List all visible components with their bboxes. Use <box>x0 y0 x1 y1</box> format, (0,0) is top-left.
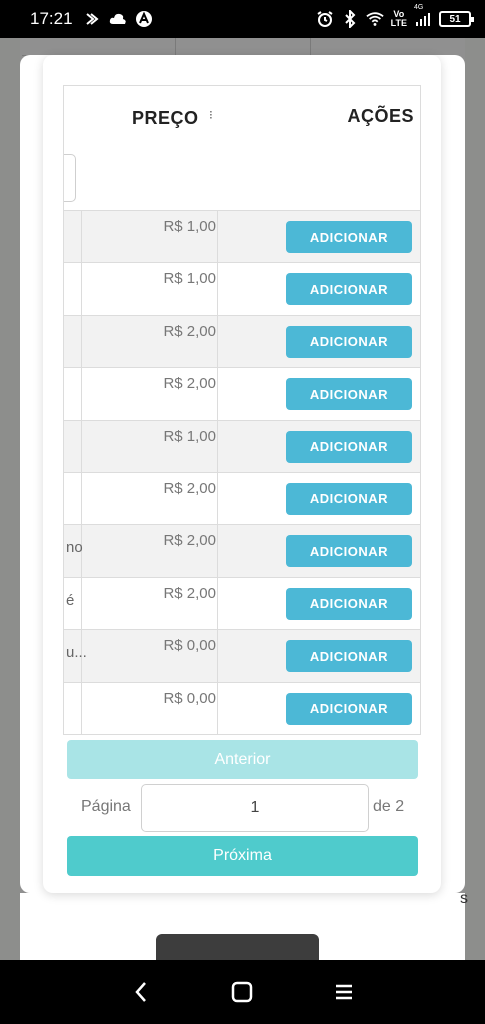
price-text: R$ 1,00 <box>163 427 216 445</box>
status-bar: 17:21 Vo LTE 4G 51 <box>0 0 485 38</box>
previous-page-button[interactable]: Anterior <box>67 740 418 779</box>
cell-price: R$ 2,00 <box>82 525 218 577</box>
product-name-text: no <box>66 539 83 557</box>
page-total-label: de 2 <box>373 798 405 815</box>
table-row: R$ 1,00 ADICIONAR <box>64 211 420 264</box>
price-text: R$ 2,00 <box>163 584 216 602</box>
column-header-price[interactable]: PREÇO <box>132 108 199 129</box>
cell-price: R$ 1,00 <box>82 420 218 472</box>
cell-name <box>64 315 82 368</box>
battery-level: 51 <box>449 13 461 25</box>
table-header: PREÇO ⁝ AÇÕES <box>64 86 420 211</box>
cell-name: u... <box>64 630 87 682</box>
cell-price: R$ 2,00 <box>82 368 218 420</box>
column-filter-input[interactable] <box>64 154 76 202</box>
navigation-bar <box>0 960 485 1024</box>
cell-name <box>64 682 82 734</box>
back-icon[interactable] <box>126 977 156 1007</box>
add-button[interactable]: ADICIONAR <box>286 587 412 620</box>
sort-icon[interactable]: ⁝ <box>209 108 213 122</box>
add-button[interactable]: ADICIONAR <box>286 430 412 463</box>
cell-name <box>64 420 82 472</box>
background-side-text: s <box>460 890 468 907</box>
add-button[interactable]: ADICIONAR <box>286 221 412 253</box>
cell-price: R$ 0,00 <box>82 630 218 682</box>
table-row: u... R$ 0,00 ADICIONAR <box>64 630 420 683</box>
cell-name <box>64 368 82 420</box>
add-button[interactable]: ADICIONAR <box>286 482 412 515</box>
table-row: R$ 2,00 ADICIONAR <box>64 315 420 369</box>
column-header-actions: AÇÕES <box>347 106 414 126</box>
network-type-label: 4G <box>414 4 424 11</box>
wifi-icon <box>366 10 384 28</box>
cell-name: é <box>64 577 82 630</box>
table-body: R$ 1,00 ADICIONAR R$ 1,00 ADICIONAR R$ 2,00 A… <box>64 211 420 734</box>
table-row: R$ 1,00 ADICIONAR <box>64 420 420 473</box>
page-label: Página <box>81 798 131 815</box>
add-button[interactable]: ADICIONAR <box>286 692 412 725</box>
cell-price: R$ 1,00 <box>82 211 218 263</box>
product-name-text: é <box>66 591 75 609</box>
background-table-grid <box>22 38 444 56</box>
price-text: R$ 1,00 <box>163 218 216 235</box>
home-icon[interactable] <box>227 977 257 1007</box>
battery-icon: 51 <box>439 11 474 27</box>
table-row: é R$ 2,00 ADICIONAR <box>64 577 420 631</box>
price-text: R$ 0,00 <box>163 689 216 707</box>
cloud-icon <box>109 10 127 28</box>
add-button[interactable]: ADICIONAR <box>286 535 412 568</box>
cell-price: R$ 0,00 <box>82 682 218 734</box>
cell-price: R$ 2,00 <box>82 577 218 630</box>
table-row: R$ 1,00 ADICIONAR <box>64 263 420 316</box>
cell-price: R$ 2,00 <box>82 472 218 525</box>
page-number-input[interactable]: 1 <box>141 784 369 832</box>
status-time: 17:21 <box>30 9 73 28</box>
cell-price: R$ 1,00 <box>82 263 218 315</box>
add-button[interactable]: ADICIONAR <box>286 378 412 411</box>
table-row: no R$ 2,00 ADICIONAR <box>64 525 420 578</box>
table-row: R$ 2,00 ADICIONAR <box>64 472 420 526</box>
signal-icon: 4G <box>414 4 432 28</box>
next-page-button[interactable]: Próxima <box>67 836 418 876</box>
table-row: R$ 0,00 ADICIONAR <box>64 682 420 734</box>
price-text: R$ 2,00 <box>163 479 216 497</box>
cell-name <box>64 211 82 263</box>
add-button[interactable]: ADICIONAR <box>286 325 412 358</box>
cell-name <box>64 472 82 525</box>
add-button[interactable]: ADICIONAR <box>286 273 412 306</box>
price-text: R$ 2,00 <box>163 375 216 393</box>
price-text: R$ 2,00 <box>163 322 216 340</box>
products-table: PREÇO ⁝ AÇÕES R$ 1,00 ADICIONAR R$ 1,00 ADI… <box>63 85 421 735</box>
menu-icon[interactable] <box>329 977 359 1007</box>
price-text: R$ 1,00 <box>163 270 216 288</box>
cell-price: R$ 2,00 <box>82 315 218 368</box>
cell-name: no <box>64 525 83 577</box>
data-saver-icon <box>83 10 101 28</box>
volte-icon: Vo LTE <box>390 9 407 28</box>
table-row: R$ 2,00 ADICIONAR <box>64 368 420 421</box>
alarm-icon <box>316 10 334 28</box>
bluetooth-icon <box>341 10 359 28</box>
price-text: R$ 2,00 <box>163 532 216 550</box>
app-notification-icon <box>135 10 153 28</box>
add-button[interactable]: ADICIONAR <box>286 640 412 673</box>
cell-name <box>64 263 82 315</box>
price-text: R$ 0,00 <box>163 637 216 655</box>
